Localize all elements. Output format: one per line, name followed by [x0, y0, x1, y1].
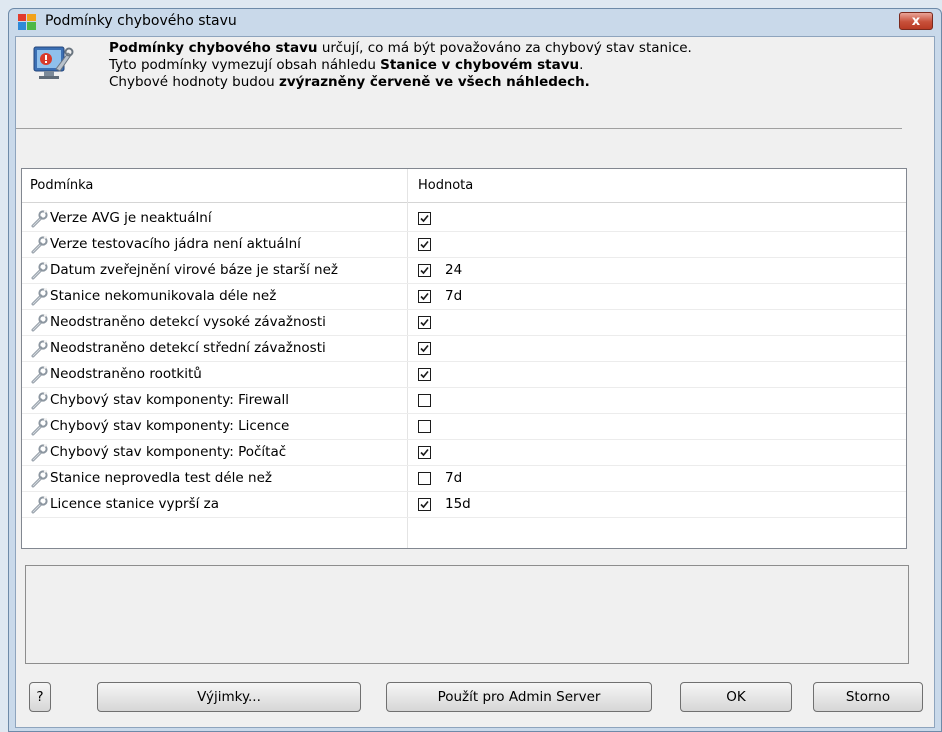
- window-title: Podmínky chybového stavu: [45, 13, 237, 29]
- condition-label: Stanice nekomunikovala déle než: [50, 288, 277, 304]
- condition-value[interactable]: 15d: [445, 496, 471, 512]
- checkbox-checked[interactable]: [418, 290, 431, 303]
- condition-label: Chybový stav komponenty: Licence: [50, 418, 290, 434]
- table-row[interactable]: Licence stanice vyprší za 15d: [22, 492, 906, 518]
- wrench-icon: [30, 288, 48, 306]
- table-row[interactable]: Neodstraněno detekcí vysoké závažnosti: [22, 310, 906, 336]
- intro-bold-1: Podmínky chybového stavu: [109, 40, 318, 56]
- column-header-condition[interactable]: Podmínka: [30, 169, 93, 203]
- cancel-button[interactable]: Storno: [813, 682, 923, 712]
- condition-label: Neodstraněno rootkitů: [50, 366, 202, 382]
- intro-bold-3: zvýrazněny červeně ve všech náhledech.: [278, 74, 590, 90]
- intro-bold-2: Stanice v chybovém stavu: [380, 57, 580, 73]
- ok-button[interactable]: OK: [680, 682, 792, 712]
- condition-label: Neodstraněno detekcí vysoké závažnosti: [50, 314, 326, 330]
- checkbox-checked[interactable]: [418, 238, 431, 251]
- header-separator: [16, 128, 902, 129]
- condition-label: Stanice neprovedla test déle než: [50, 470, 272, 486]
- wrench-icon: [30, 418, 48, 436]
- table-row[interactable]: Stanice nekomunikovala déle než 7d: [22, 284, 906, 310]
- intro-text-3: Chybové hodnoty budou: [109, 74, 279, 90]
- condition-label: Neodstraněno detekcí střední závažnosti: [50, 340, 326, 356]
- intro-line-2: Tyto podmínky vymezují obsah náhledu Sta…: [109, 57, 692, 74]
- description-box: [25, 565, 909, 664]
- checkbox-checked[interactable]: [418, 212, 431, 225]
- table-row[interactable]: Datum zveřejnění virové báze je starší n…: [22, 258, 906, 284]
- intro-text: Podmínky chybového stavu určují, co má b…: [109, 40, 692, 91]
- wrench-icon: [30, 262, 48, 280]
- checkbox-unchecked[interactable]: [418, 472, 431, 485]
- condition-label: Verze AVG je neaktuální: [50, 210, 212, 226]
- help-button[interactable]: ?: [29, 682, 51, 712]
- condition-value[interactable]: 7d: [445, 288, 462, 304]
- conditions-table[interactable]: Podmínka Hodnota Verze AVG je neaktuální…: [21, 168, 907, 549]
- checkbox-checked[interactable]: [418, 446, 431, 459]
- wrench-icon: [30, 366, 48, 384]
- intro-line-3: Chybové hodnoty budou zvýrazněny červeně…: [109, 74, 692, 91]
- close-icon: x: [911, 13, 921, 29]
- table-row[interactable]: Chybový stav komponenty: Počítač: [22, 440, 906, 466]
- wrench-icon: [30, 470, 48, 488]
- condition-label: Verze testovacího jádra není aktuální: [50, 236, 301, 252]
- title-bar[interactable]: Podmínky chybového stavu x: [9, 9, 941, 35]
- table-row[interactable]: Verze AVG je neaktuální: [22, 206, 906, 232]
- checkbox-checked[interactable]: [418, 264, 431, 277]
- table-row[interactable]: Chybový stav komponenty: Licence: [22, 414, 906, 440]
- checkbox-checked[interactable]: [418, 368, 431, 381]
- intro-text-2: Tyto podmínky vymezují obsah náhledu: [109, 57, 381, 73]
- close-button[interactable]: x: [899, 12, 933, 30]
- table-row[interactable]: Neodstraněno rootkitů: [22, 362, 906, 388]
- condition-label: Chybový stav komponenty: Firewall: [50, 392, 289, 408]
- checkbox-checked[interactable]: [418, 498, 431, 511]
- condition-label: Chybový stav komponenty: Počítač: [50, 444, 287, 460]
- wrench-icon: [30, 314, 48, 332]
- checkbox-unchecked[interactable]: [418, 394, 431, 407]
- wrench-icon: [30, 210, 48, 228]
- intro-line-1: Podmínky chybového stavu určují, co má b…: [109, 40, 692, 57]
- wrench-icon: [30, 444, 48, 462]
- monitor-wrench-icon: [30, 41, 74, 85]
- wrench-icon: [30, 392, 48, 410]
- wrench-icon: [30, 236, 48, 254]
- exceptions-button[interactable]: Výjimky...: [97, 682, 361, 712]
- condition-value[interactable]: 7d: [445, 470, 462, 486]
- wrench-icon: [30, 340, 48, 358]
- condition-value[interactable]: 24: [445, 262, 462, 278]
- checkbox-checked[interactable]: [418, 342, 431, 355]
- table-row[interactable]: Verze testovacího jádra není aktuální: [22, 232, 906, 258]
- checkbox-checked[interactable]: [418, 316, 431, 329]
- avg-logo-icon: [18, 14, 36, 30]
- table-row[interactable]: Chybový stav komponenty: Firewall: [22, 388, 906, 414]
- table-row[interactable]: Stanice neprovedla test déle než 7d: [22, 466, 906, 492]
- table-header: Podmínka Hodnota: [22, 169, 906, 203]
- column-header-value[interactable]: Hodnota: [418, 169, 473, 203]
- table-row[interactable]: Neodstraněno detekcí střední závažnosti: [22, 336, 906, 362]
- intro-text-1: určují, co má být považováno za chybový …: [317, 40, 692, 56]
- intro-text-2-end: .: [579, 57, 584, 73]
- condition-label: Licence stanice vyprší za: [50, 496, 220, 512]
- condition-label: Datum zveřejnění virové báze je starší n…: [50, 262, 338, 278]
- checkbox-unchecked[interactable]: [418, 420, 431, 433]
- wrench-icon: [30, 496, 48, 514]
- use-for-admin-server-button[interactable]: Použít pro Admin Server: [386, 682, 652, 712]
